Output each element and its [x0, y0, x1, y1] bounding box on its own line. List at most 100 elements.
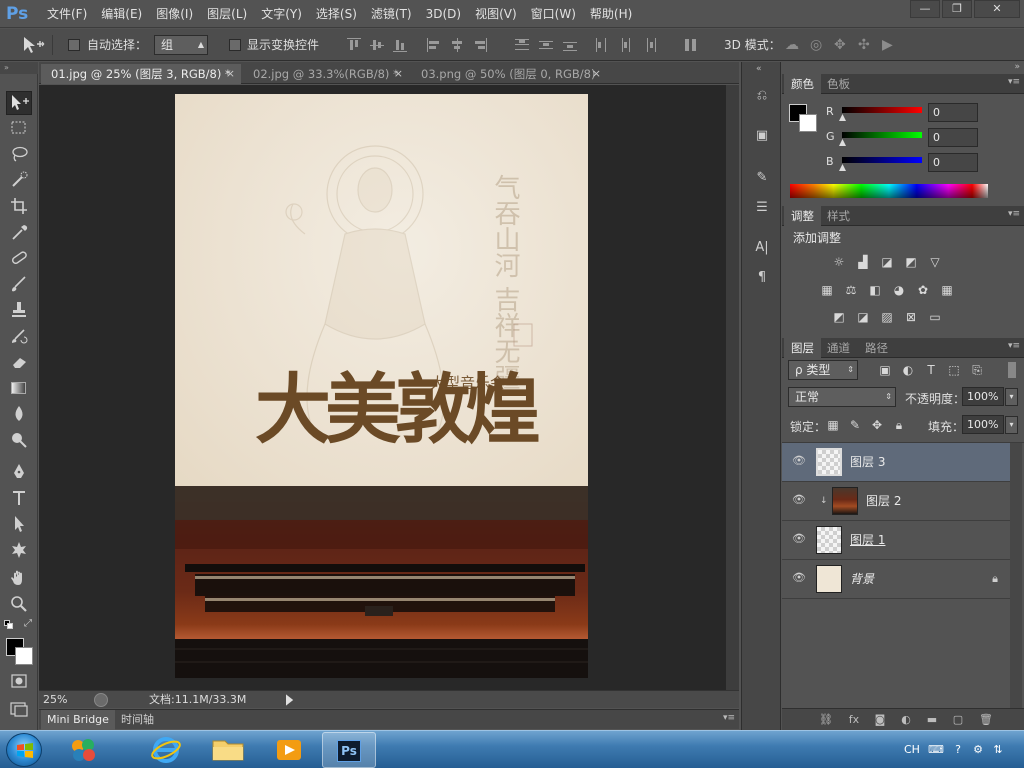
3d-roll-icon[interactable]: ◎ — [810, 29, 822, 61]
filter-shape-icon[interactable]: ⬚ — [945, 362, 963, 378]
close-tab-icon[interactable]: × — [592, 64, 601, 84]
g-value-field[interactable]: 0 — [928, 128, 978, 147]
close-tab-icon[interactable]: × — [226, 64, 235, 84]
lock-pixels-icon[interactable]: ✎ — [846, 417, 864, 433]
3d-rotate-icon[interactable]: ☁ — [785, 29, 799, 61]
threshold-icon[interactable]: ▨ — [878, 309, 896, 325]
distribute-horizontal-centers-icon[interactable] — [619, 38, 633, 52]
layers-scrollbar[interactable] — [1010, 443, 1022, 709]
menu-select[interactable]: 选择(S) — [309, 0, 364, 28]
panel-background-swatch[interactable] — [799, 114, 817, 132]
link-layers-icon[interactable]: ⛓ — [818, 712, 834, 728]
tab-03-png[interactable]: 03.png @ 50% (图层 0, RGB/8) × — [411, 64, 607, 84]
quick-selection-tool-icon[interactable] — [6, 169, 32, 193]
tab-styles[interactable]: 样式 — [820, 206, 857, 226]
status-menu-arrow-icon[interactable] — [286, 694, 294, 706]
distribute-right-icon[interactable] — [643, 38, 657, 52]
menu-help[interactable]: 帮助(H) — [583, 0, 639, 28]
paragraph-panel-icon[interactable]: ¶ — [752, 268, 772, 288]
r-slider[interactable] — [842, 107, 922, 113]
lock-transparent-icon[interactable]: ▦ — [824, 417, 842, 433]
eye-icon[interactable]: 👁︎ — [792, 572, 806, 583]
tools-collapse-icon[interactable]: » — [0, 62, 38, 74]
tool-presets-icon[interactable]: ✎ — [752, 168, 772, 188]
actions-panel-icon[interactable]: ▣ — [752, 126, 772, 146]
b-slider-thumb[interactable] — [839, 164, 846, 171]
eye-icon[interactable]: 👁︎ — [792, 494, 806, 505]
status-info-icon[interactable] — [94, 693, 108, 707]
tab-layers[interactable]: 图层 — [784, 338, 821, 358]
black-white-icon[interactable]: ◧ — [866, 282, 884, 298]
tab-timeline[interactable]: 时间轴 — [115, 710, 160, 730]
panel-menu-icon[interactable]: ▾≡ — [1008, 77, 1020, 87]
properties-panel-icon[interactable]: ☰ — [752, 198, 772, 218]
panel-menu-icon[interactable]: ▾≡ — [1008, 341, 1020, 351]
vertical-scrollbar[interactable] — [726, 85, 739, 690]
layer-filter-dropdown[interactable]: ρ 类型 ⇕ — [788, 360, 858, 380]
menu-image[interactable]: 图像(I) — [149, 0, 200, 28]
show-transform-checkbox[interactable] — [229, 39, 241, 51]
filter-smart-object-icon[interactable]: ⎘ — [968, 362, 986, 378]
document-canvas[interactable]: 气吞山河 吉祥无疆 大型音乐会 大美敦煌 — [175, 94, 588, 678]
hue-saturation-icon[interactable]: ▦ — [818, 282, 836, 298]
menu-3d[interactable]: 3D(D) — [419, 0, 468, 28]
tab-mini-bridge[interactable]: Mini Bridge — [41, 710, 115, 730]
close-window-button[interactable]: ✕ — [974, 0, 1020, 18]
history-brush-tool-icon[interactable] — [6, 325, 32, 349]
layer-row-background[interactable]: 👁︎ 背景 🔒︎ — [782, 560, 1010, 599]
tab-color[interactable]: 颜色 — [784, 74, 821, 94]
r-value-field[interactable]: 0 — [928, 103, 978, 122]
auto-align-layers-icon[interactable] — [684, 38, 698, 52]
opacity-dropdown-arrow-icon[interactable]: ▾ — [1005, 388, 1018, 406]
panel-menu-icon[interactable]: ▾≡ — [723, 713, 735, 723]
background-color-swatch[interactable] — [15, 647, 33, 665]
distribute-left-icon[interactable] — [595, 38, 609, 52]
hand-tool-icon[interactable] — [6, 567, 32, 591]
menu-layer[interactable]: 图层(L) — [200, 0, 254, 28]
align-bottom-edges-icon[interactable] — [393, 38, 407, 52]
curves-icon[interactable]: ◪ — [878, 254, 896, 270]
b-slider[interactable] — [842, 157, 922, 163]
taskbar-media-player[interactable] — [262, 732, 316, 768]
start-button[interactable] — [6, 733, 42, 767]
panel-menu-icon[interactable]: ▾≡ — [1008, 209, 1020, 219]
new-adjustment-icon[interactable]: ◐ — [898, 712, 914, 728]
help-icon[interactable]: ? — [950, 742, 966, 758]
channel-mixer-icon[interactable]: ✿ — [914, 282, 932, 298]
layer-style-fx-icon[interactable]: fx — [846, 712, 862, 728]
delete-layer-icon[interactable]: 🗑︎ — [978, 712, 994, 728]
layer-row-layer-1[interactable]: 👁︎ 图层 1 — [782, 521, 1010, 560]
filter-adjustment-icon[interactable]: ◐ — [899, 362, 917, 378]
align-horizontal-centers-icon[interactable] — [450, 38, 464, 52]
move-tool-icon[interactable] — [6, 91, 32, 115]
layer-row-layer-3[interactable]: 👁︎ 图层 3 — [782, 443, 1010, 482]
type-tool-icon[interactable] — [6, 487, 32, 511]
crop-tool-icon[interactable] — [6, 195, 32, 219]
3d-scale-icon[interactable]: ▶ — [882, 29, 893, 61]
filter-type-icon[interactable]: T — [922, 362, 940, 378]
layer-name[interactable]: 图层 3 — [850, 443, 885, 482]
distribute-top-icon[interactable] — [515, 38, 529, 52]
gradient-tool-icon[interactable] — [6, 377, 32, 401]
align-top-edges-icon[interactable] — [347, 38, 361, 52]
fill-dropdown-arrow-icon[interactable]: ▾ — [1005, 416, 1018, 434]
filter-pixel-icon[interactable]: ▣ — [876, 362, 894, 378]
quick-mask-icon[interactable] — [6, 670, 32, 694]
path-selection-tool-icon[interactable] — [6, 513, 32, 537]
eye-icon[interactable]: 👁︎ — [792, 533, 806, 544]
input-language[interactable]: CH — [904, 731, 920, 768]
spot-healing-tool-icon[interactable] — [6, 247, 32, 271]
zoom-level[interactable]: 25% — [43, 691, 67, 709]
fill-field[interactable]: 100% — [962, 415, 1004, 434]
layer-name[interactable]: 图层 2 — [866, 482, 901, 521]
keyboard-icon[interactable]: ⌨ — [928, 742, 944, 758]
pen-tool-icon[interactable] — [6, 461, 32, 485]
add-mask-icon[interactable]: ◙ — [872, 712, 888, 728]
lasso-tool-icon[interactable] — [6, 143, 32, 167]
tab-adjustments[interactable]: 调整 — [784, 206, 821, 226]
distribute-vertical-centers-icon[interactable] — [539, 38, 553, 52]
b-value-field[interactable]: 0 — [928, 153, 978, 172]
posterize-icon[interactable]: ◪ — [854, 309, 872, 325]
zoom-tool-icon[interactable] — [6, 593, 32, 617]
taskbar-file-explorer[interactable] — [201, 732, 255, 768]
